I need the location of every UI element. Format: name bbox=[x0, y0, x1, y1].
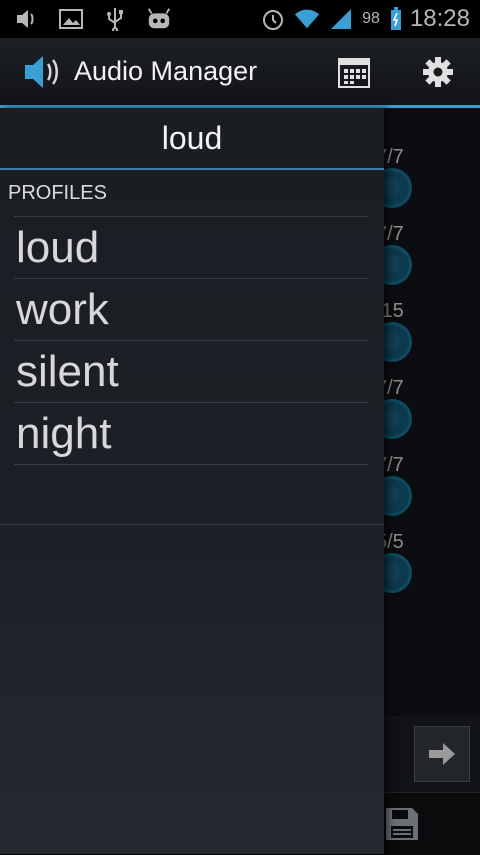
save-icon[interactable] bbox=[384, 806, 420, 842]
profile-item-silent[interactable]: silent bbox=[14, 341, 368, 403]
profile-item-night[interactable]: night bbox=[14, 403, 368, 465]
gear-icon bbox=[423, 56, 453, 87]
battery-percent: 98 bbox=[362, 10, 380, 27]
wifi-icon bbox=[294, 7, 320, 31]
profiles-section-label: PROFILES bbox=[8, 182, 107, 204]
schedule-row[interactable]: 7/7 bbox=[372, 375, 480, 452]
speaker-app-icon[interactable] bbox=[18, 47, 68, 97]
profile-list: loud work silent night bbox=[14, 216, 368, 465]
next-button[interactable] bbox=[414, 726, 470, 782]
profile-item-work[interactable]: work bbox=[14, 279, 368, 341]
app-title: Audio Manager bbox=[74, 56, 258, 86]
volume-icon bbox=[14, 7, 40, 31]
drawer-header-current-profile: loud bbox=[0, 108, 384, 170]
schedule-row[interactable]: 5/5 bbox=[372, 529, 480, 606]
battery-icon bbox=[390, 7, 402, 31]
profiles-drawer: loud PROFILES loud work silent night bbox=[0, 108, 384, 854]
usb-icon bbox=[102, 7, 128, 31]
schedule-row[interactable]: 7/7 bbox=[372, 221, 480, 298]
calendar-button[interactable] bbox=[312, 38, 396, 105]
clock: 18:28 bbox=[409, 5, 470, 32]
alarm-icon bbox=[260, 7, 286, 31]
schedule-row[interactable]: 7/7 bbox=[372, 144, 480, 221]
action-bar: Audio Manager bbox=[0, 38, 480, 108]
arrow-right-icon bbox=[429, 743, 455, 765]
signal-icon bbox=[328, 7, 354, 31]
settings-button[interactable] bbox=[396, 38, 480, 105]
status-bar: 98 18:28 bbox=[0, 0, 480, 38]
image-icon bbox=[58, 7, 84, 31]
schedule-row[interactable]: /15 bbox=[372, 298, 480, 375]
schedule-row[interactable]: 7/7 bbox=[372, 452, 480, 529]
profile-item-loud[interactable]: loud bbox=[14, 217, 368, 279]
drawer-divider bbox=[0, 524, 384, 525]
calendar-icon bbox=[338, 57, 370, 88]
android-icon bbox=[146, 7, 172, 31]
